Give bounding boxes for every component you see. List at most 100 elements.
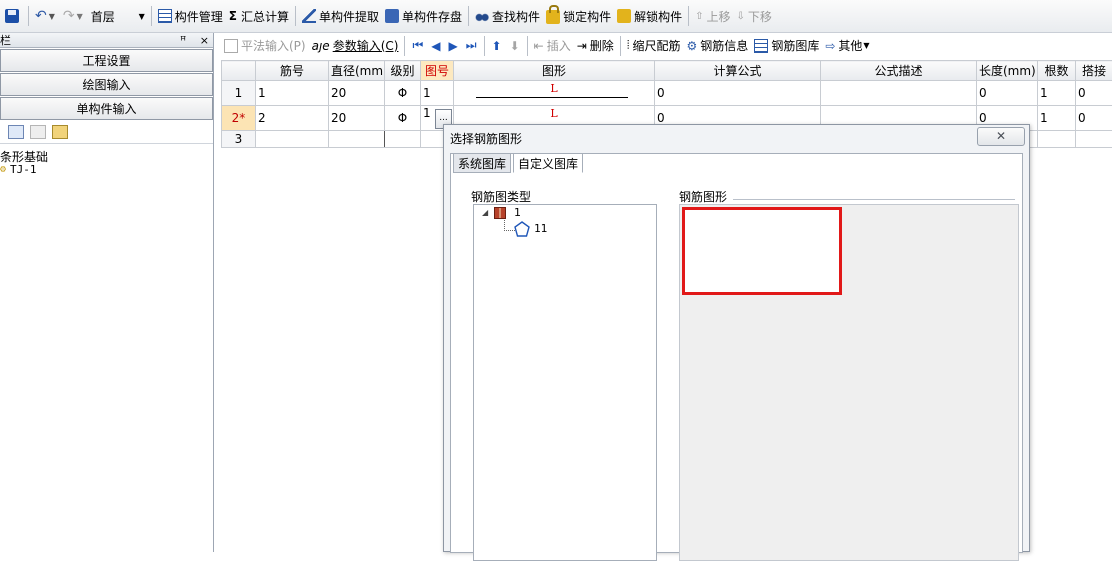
row-number[interactable]: 2* xyxy=(222,106,256,131)
nav-project-settings[interactable]: 工程设置 xyxy=(0,49,213,72)
row-down-icon[interactable]: ⬇ xyxy=(506,39,524,53)
cell-lap[interactable] xyxy=(1076,131,1112,148)
col-header-diameter[interactable]: 直径(mm) xyxy=(329,61,385,81)
cell-bar-no[interactable]: 1 xyxy=(256,81,329,106)
save-icon xyxy=(5,9,19,23)
nav-drawing-input[interactable]: 绘图输入 xyxy=(0,73,213,96)
single-extract-button[interactable]: 单构件提取 xyxy=(299,4,382,28)
toolbar-separator xyxy=(688,6,689,26)
shape-length-label: L xyxy=(454,82,654,95)
cell-desc[interactable] xyxy=(821,81,977,106)
main-toolbar: ↶▼ ↷▼ 首层 ▼ 构件管理 Σ汇总计算 单构件提取 单构件存盘 查找构件 锁… xyxy=(0,0,1112,33)
chevron-down-icon: ▼ xyxy=(863,41,869,50)
col-header-shape[interactable]: 图形 xyxy=(454,61,655,81)
move-down-button[interactable]: ⇩下移 xyxy=(734,4,775,28)
rebar-line-shape xyxy=(476,97,628,98)
col-header-length[interactable]: 长度(mm) xyxy=(977,61,1038,81)
other-menu-button[interactable]: ⇨其他▼ xyxy=(822,34,872,58)
tree-item-tj1[interactable]: ⚙ TJ-1 xyxy=(0,163,37,176)
col-header-grade[interactable]: 级别 xyxy=(385,61,421,81)
rebar-shape-gallery xyxy=(679,204,1019,561)
first-record-icon[interactable]: ⏮ xyxy=(408,38,427,53)
dialog-close-button[interactable]: ✕ xyxy=(977,127,1025,146)
cell-shape[interactable]: L xyxy=(454,81,655,106)
tree-collapse-icon[interactable]: ◢ xyxy=(482,208,488,217)
rebar-library-button[interactable]: 钢筋图库 xyxy=(751,34,822,58)
prev-record-icon[interactable]: ◀ xyxy=(427,39,444,53)
chevron-down-icon: ▼ xyxy=(77,12,83,21)
cell-lap[interactable]: 0 xyxy=(1076,81,1112,106)
delete-icon: ⇥ xyxy=(577,39,587,53)
last-record-icon[interactable]: ⏭ xyxy=(462,38,481,53)
redo-button[interactable]: ↷▼ xyxy=(60,4,88,28)
paste-icon[interactable] xyxy=(52,125,68,139)
row-number[interactable]: 3 xyxy=(222,131,256,148)
col-header-lap[interactable]: 搭接 xyxy=(1076,61,1112,81)
col-header-formula[interactable]: 计算公式 xyxy=(655,61,821,81)
paste-disabled-icon[interactable] xyxy=(30,125,46,139)
group-divider xyxy=(733,199,1015,200)
extract-pen-icon xyxy=(302,9,316,23)
col-header-fig-no[interactable]: 图号 xyxy=(421,61,454,81)
col-header-bar-no[interactable]: 筋号 xyxy=(256,61,329,81)
scale-rebar-button[interactable]: ⦙缩尺配筋 xyxy=(624,34,684,58)
nav-single-component-input[interactable]: 单构件输入 xyxy=(0,97,213,120)
cell-diameter[interactable]: 20 xyxy=(329,106,385,131)
insert-button[interactable]: ⇤插入 xyxy=(531,34,574,58)
undo-button[interactable]: ↶▼ xyxy=(32,4,60,28)
param-icon: aȷe xyxy=(312,39,330,53)
single-save-label: 单构件存盘 xyxy=(402,8,462,25)
param-input-button[interactable]: aȷe参数输入(C) xyxy=(309,34,402,58)
lock-component-button[interactable]: 锁定构件 xyxy=(543,4,614,28)
tab-system-library[interactable]: 系统图库 xyxy=(453,153,511,173)
single-extract-label: 单构件提取 xyxy=(319,8,379,25)
copy-icon[interactable] xyxy=(8,125,24,139)
move-up-button[interactable]: ⇧上移 xyxy=(692,4,733,28)
tree-node-11[interactable]: 11 xyxy=(534,222,547,235)
component-manage-button[interactable]: 构件管理 xyxy=(155,4,226,28)
tab-custom-library[interactable]: 自定义图库 xyxy=(513,153,583,173)
cell-count[interactable]: 1 xyxy=(1038,81,1076,106)
find-component-button[interactable]: 查找构件 xyxy=(472,4,543,28)
unlock-icon xyxy=(617,9,631,23)
cell-grade[interactable] xyxy=(385,131,421,148)
cell-lap[interactable]: 0 xyxy=(1076,106,1112,131)
selected-shape-thumbnail[interactable] xyxy=(682,207,842,295)
col-header-desc[interactable]: 公式描述 xyxy=(821,61,977,81)
tree-node-1[interactable]: 1 xyxy=(514,206,521,219)
save-button[interactable] xyxy=(2,4,25,28)
flat-input-button[interactable]: 平法输入(P) xyxy=(221,34,309,58)
cell-grade[interactable]: Φ xyxy=(385,81,421,106)
cell-diameter[interactable]: 20 xyxy=(329,81,385,106)
cell-bar-no[interactable]: 2 xyxy=(256,106,329,131)
lock-component-label: 锁定构件 xyxy=(563,8,611,25)
rebar-shape-group-label: 钢筋图形 xyxy=(679,188,727,205)
flat-input-label: 平法输入(P) xyxy=(241,37,306,54)
cell-bar-no[interactable] xyxy=(256,131,329,148)
find-component-label: 查找构件 xyxy=(492,8,540,25)
select-rebar-shape-dialog: 选择钢筋图形 ✕ 系统图库 自定义图库 钢筋图类型 ◢ 1 11 钢筋图形 xyxy=(443,124,1030,552)
floor-select[interactable]: 首层 ▼ xyxy=(88,6,148,26)
close-icon[interactable]: × xyxy=(200,34,209,47)
cell-count[interactable] xyxy=(1038,131,1076,148)
cell-count[interactable]: 1 xyxy=(1038,106,1076,131)
next-record-icon[interactable]: ▶ xyxy=(444,39,461,53)
cell-fig-no[interactable]: 1 xyxy=(421,81,454,106)
rebar-info-button[interactable]: ⚙钢筋信息 xyxy=(684,34,752,58)
rebar-type-tree: ◢ 1 11 xyxy=(473,204,657,561)
delete-button[interactable]: ⇥删除 xyxy=(574,34,617,58)
table-row[interactable]: 1 1 20 Φ 1 L 0 0 1 0 xyxy=(222,81,1112,106)
unlock-component-button[interactable]: 解锁构件 xyxy=(614,4,685,28)
cell-grade[interactable]: Φ xyxy=(385,106,421,131)
col-header-count[interactable]: 根数 xyxy=(1038,61,1076,81)
cell-length[interactable]: 0 xyxy=(977,81,1038,106)
sum-calc-button[interactable]: Σ汇总计算 xyxy=(226,4,292,28)
left-panel-toolbar xyxy=(0,121,213,144)
cell-formula[interactable]: 0 xyxy=(655,81,821,106)
row-up-icon[interactable]: ⬆ xyxy=(488,39,506,53)
col-header-rownum xyxy=(222,61,256,81)
row-number[interactable]: 1 xyxy=(222,81,256,106)
single-save-button[interactable]: 单构件存盘 xyxy=(382,4,465,28)
cell-diameter[interactable] xyxy=(329,131,385,148)
pin-icon[interactable]: ꟸ xyxy=(180,34,186,47)
